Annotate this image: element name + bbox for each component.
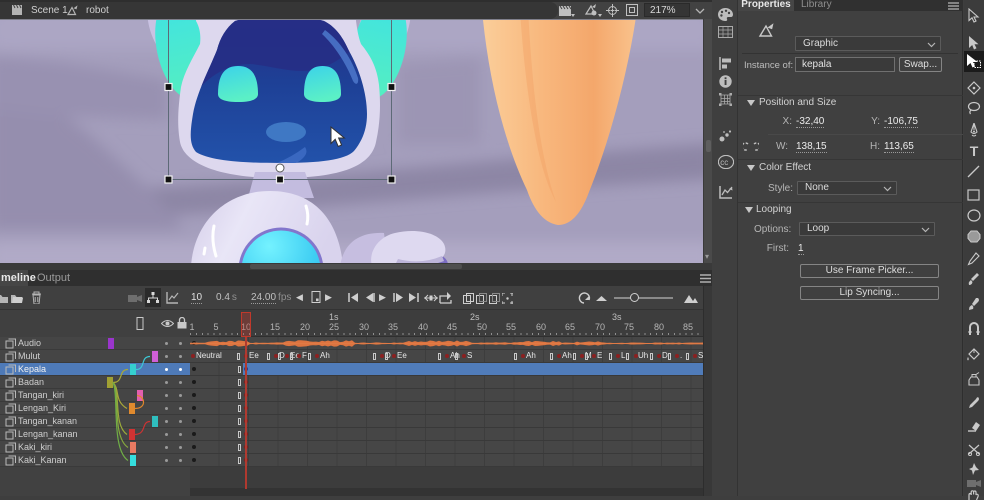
svg-text:cc: cc: [720, 158, 728, 167]
